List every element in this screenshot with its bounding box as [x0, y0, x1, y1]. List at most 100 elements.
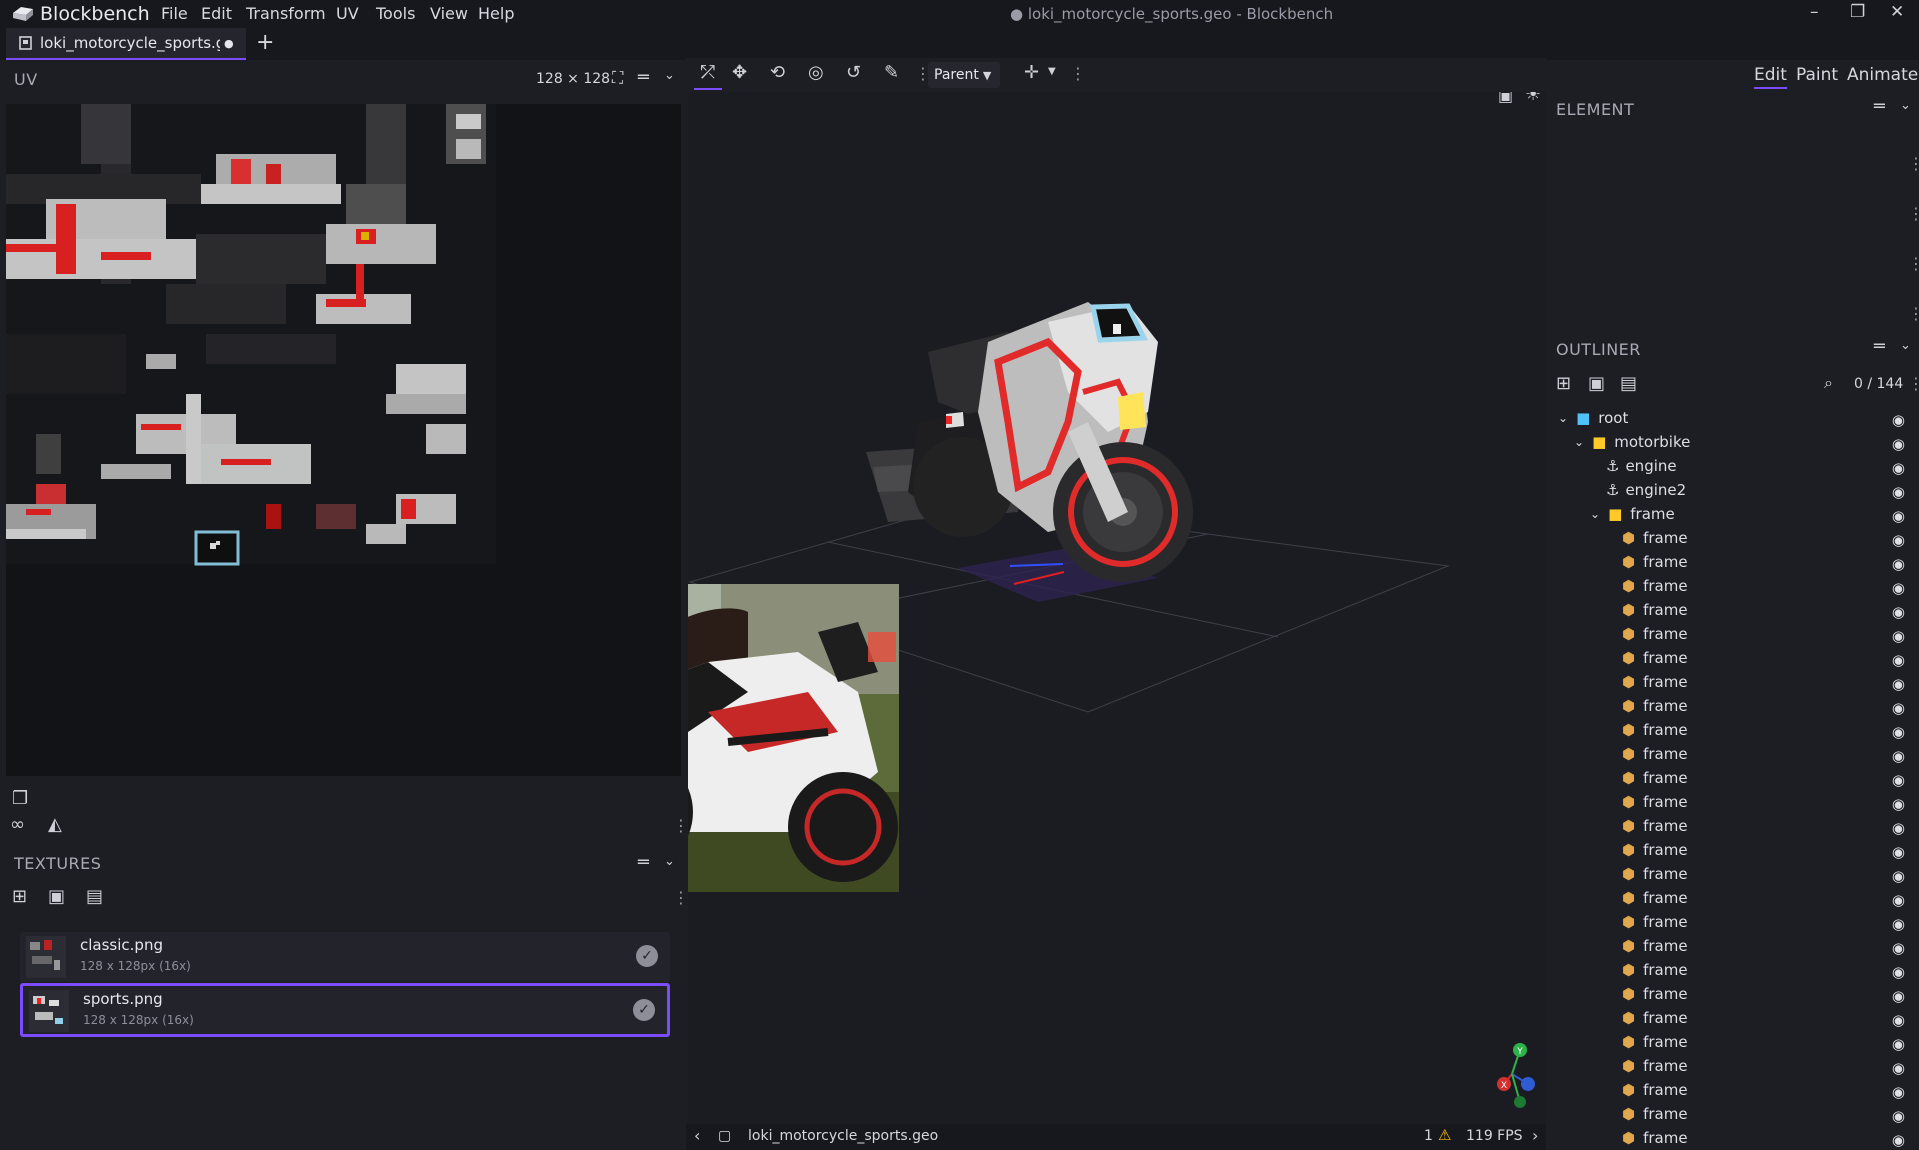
menu-edit[interactable]: Edit [201, 4, 232, 23]
eye-icon[interactable]: ◉ [1892, 483, 1905, 501]
project-tab[interactable]: loki_motorcycle_sports.geo ● [6, 28, 246, 60]
outliner-cube[interactable]: ⬢ frame ◉ [1548, 550, 1919, 574]
caret-down-icon[interactable]: ▼ [1048, 66, 1056, 77]
outliner-cube[interactable]: ⬢ frame ◉ [1548, 1006, 1919, 1030]
eye-icon[interactable]: ◉ [1892, 987, 1905, 1005]
check-icon[interactable]: ✓ [633, 999, 655, 1021]
outliner-cube[interactable]: ⬢ frame ◉ [1548, 910, 1919, 934]
warning-icon[interactable]: ⚠ [1438, 1126, 1451, 1144]
panel-menu-icon[interactable]: ═ [1874, 96, 1885, 117]
element-more-icon[interactable]: ⋮ [1908, 204, 1919, 223]
eye-icon[interactable]: ◉ [1892, 603, 1905, 621]
outliner-cube[interactable]: ⬢ frame ◉ [1548, 1054, 1919, 1078]
uv-more-icon[interactable]: ⋮ [673, 816, 689, 835]
new-tab-button[interactable]: + [256, 30, 274, 55]
chevron-down-icon[interactable]: ⌄ [664, 854, 675, 869]
rotate-tool-icon[interactable]: ↺ [846, 62, 861, 83]
uv-size-label[interactable]: 128 ⨯ 128 [536, 71, 610, 87]
uv-texture-map[interactable] [6, 104, 681, 776]
outliner-cube[interactable]: ⬢ frame ◉ [1548, 718, 1919, 742]
outliner-group-motorbike[interactable]: ⌄ ■ motorbike ◉ [1548, 430, 1919, 454]
chevron-left-icon[interactable]: ‹ [694, 1126, 700, 1145]
panel-menu-icon[interactable]: ═ [638, 852, 649, 873]
minimize-button[interactable]: – [1810, 2, 1819, 22]
eye-icon[interactable]: ◉ [1892, 963, 1905, 981]
menu-tools[interactable]: Tools [376, 4, 415, 23]
outliner-cube[interactable]: ⬢ frame ◉ [1548, 982, 1919, 1006]
transform-space-icon[interactable]: ✛ [1024, 62, 1039, 83]
eye-icon[interactable]: ◉ [1892, 795, 1905, 813]
eye-icon[interactable]: ◉ [1892, 627, 1905, 645]
viewport-scene[interactable] [688, 92, 1546, 1124]
chevron-down-icon[interactable]: ⌄ [664, 68, 675, 83]
outliner-cube[interactable]: ⬢ frame ◉ [1548, 934, 1919, 958]
link-icon[interactable]: ∞ [10, 814, 25, 835]
eye-icon[interactable]: ◉ [1892, 1059, 1905, 1077]
add-cube-icon[interactable]: ⊞ [1556, 373, 1571, 394]
create-texture-icon[interactable]: ▣ [48, 886, 65, 907]
move-tool-icon[interactable]: ✥ [732, 62, 747, 83]
element-more-icon[interactable]: ⋮ [1908, 304, 1919, 323]
outliner-cube[interactable]: ⬢ frame ◉ [1548, 1078, 1919, 1102]
outliner-cube[interactable]: ⬢ frame ◉ [1548, 694, 1919, 718]
panel-menu-icon[interactable]: ═ [638, 67, 649, 88]
copy-icon[interactable]: ❐ [12, 788, 28, 809]
menu-help[interactable]: Help [478, 4, 514, 23]
eye-icon[interactable]: ◉ [1892, 843, 1905, 861]
eye-icon[interactable]: ◉ [1892, 651, 1905, 669]
outliner-cube[interactable]: ⬢ frame ◉ [1548, 814, 1919, 838]
tab-animate[interactable]: Animate [1847, 65, 1918, 85]
eye-icon[interactable]: ◉ [1892, 507, 1905, 525]
menu-uv[interactable]: UV [336, 4, 359, 23]
texture-folder-icon[interactable]: ▤ [86, 886, 103, 907]
lighting-icon[interactable]: ☀ [1525, 92, 1541, 105]
eye-icon[interactable]: ◉ [1892, 555, 1905, 573]
outliner-cube[interactable]: ⬢ frame ◉ [1548, 958, 1919, 982]
restore-button[interactable]: ❐ [1850, 2, 1865, 22]
outliner-cube[interactable]: ⬢ frame ◉ [1548, 838, 1919, 862]
outliner-cube[interactable]: ⬢ frame ◉ [1548, 790, 1919, 814]
axis-gizmo[interactable]: Y X [1496, 1040, 1544, 1110]
fullscreen-icon[interactable]: ⛶ [612, 68, 623, 88]
outliner-cube[interactable]: ⬢ frame ◉ [1548, 862, 1919, 886]
outliner-cube[interactable]: ⬢ frame ◉ [1548, 598, 1919, 622]
outliner-group-frame[interactable]: ⌄ ■ frame ◉ [1548, 502, 1919, 526]
collapse-icon[interactable]: ▤ [1620, 373, 1637, 394]
chevron-down-icon[interactable]: ⌄ [1558, 411, 1568, 425]
menu-file[interactable]: File [161, 4, 188, 23]
eye-icon[interactable]: ◉ [1892, 1107, 1905, 1125]
outliner-cube[interactable]: ⬢ frame ◉ [1548, 670, 1919, 694]
tab-edit[interactable]: Edit [1754, 65, 1787, 89]
check-icon[interactable]: ✓ [636, 945, 658, 967]
outliner-locator-engine[interactable]: ⚓ engine ◉ [1548, 454, 1919, 478]
menu-transform[interactable]: Transform [246, 4, 326, 23]
outliner-cube[interactable]: ⬢ frame ◉ [1548, 646, 1919, 670]
eye-icon[interactable]: ◉ [1892, 1011, 1905, 1029]
outliner-cube[interactable]: ⬢ frame ◉ [1548, 622, 1919, 646]
chevron-right-icon[interactable]: › [1532, 1126, 1538, 1145]
element-more-icon[interactable]: ⋮ [1908, 154, 1919, 173]
outliner-locator-engine2[interactable]: ⚓ engine2 ◉ [1548, 478, 1919, 502]
close-button[interactable]: ✕ [1890, 2, 1904, 22]
outliner-more-icon[interactable]: ⋮ [1908, 374, 1919, 393]
outliner-cube[interactable]: ⬢ frame ◉ [1548, 742, 1919, 766]
texture-item-classic[interactable]: classic.png 128 x 128px (16x) ✓ [20, 932, 670, 982]
background-icon[interactable]: ▣ [1498, 92, 1513, 105]
eye-icon[interactable]: ◉ [1892, 411, 1905, 429]
chevron-down-icon[interactable]: ⌄ [1574, 435, 1584, 449]
eye-icon[interactable]: ◉ [1892, 1083, 1905, 1101]
outliner-cube[interactable]: ⬢ frame ◉ [1548, 526, 1919, 550]
outliner-cube[interactable]: ⬢ frame ◉ [1548, 766, 1919, 790]
uv-editor-canvas[interactable] [6, 104, 681, 776]
eye-icon[interactable]: ◉ [1892, 819, 1905, 837]
eye-icon[interactable]: ◉ [1892, 675, 1905, 693]
import-texture-icon[interactable]: ⊞ [12, 886, 27, 907]
warning-count[interactable]: 1 [1424, 1128, 1433, 1144]
brush-tool-icon[interactable]: ✎ [884, 62, 899, 83]
eye-icon[interactable]: ◉ [1892, 1035, 1905, 1053]
texture-item-sports[interactable]: sports.png 128 x 128px (16x) ✓ [20, 983, 670, 1037]
pivot-mode-select[interactable]: Parent ▼ [928, 62, 1000, 88]
chevron-down-icon[interactable]: ⌄ [1900, 338, 1911, 353]
chevron-down-icon[interactable]: ⌄ [1900, 98, 1911, 113]
eye-icon[interactable]: ◉ [1892, 435, 1905, 453]
